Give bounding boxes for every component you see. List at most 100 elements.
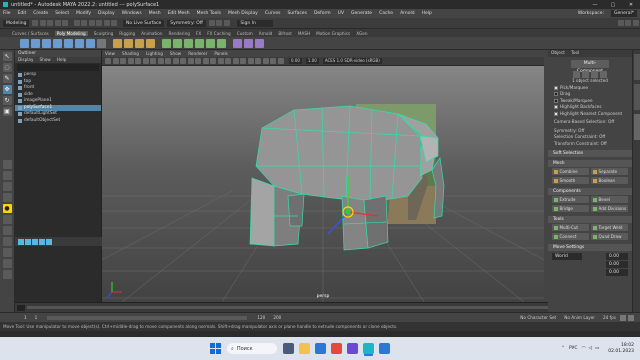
lights-icon[interactable] [217, 58, 224, 64]
menu-create[interactable]: Create [33, 11, 48, 16]
viewport-menu-lighting[interactable]: Lighting [146, 51, 163, 56]
outliner-item[interactable]: defaultObjectSet [15, 118, 101, 125]
select-component-icon[interactable] [88, 20, 95, 26]
volume-icon[interactable]: ◁ [589, 346, 592, 351]
persp-outliner-icon[interactable] [2, 182, 12, 191]
smooth-shade-icon[interactable] [195, 58, 201, 64]
render-frame-icon[interactable] [208, 20, 215, 26]
select-tool-icon[interactable]: ↖ [2, 52, 12, 61]
rotate-tool-icon[interactable]: ↻ [2, 96, 12, 105]
wifi-icon[interactable]: ◠ [582, 346, 586, 351]
snap-grid-icon[interactable] [96, 20, 103, 26]
layout-f-icon[interactable] [2, 270, 12, 279]
camera-based-selection[interactable]: Camera-Based Selection: Off [548, 119, 632, 126]
menu-generate[interactable]: Generate [351, 11, 372, 16]
quad-draw-button[interactable]: Quad Draw [591, 233, 628, 240]
scale-tool-icon[interactable]: ▣ [2, 107, 12, 116]
undo-icon[interactable] [54, 20, 61, 26]
range-start-inner-field[interactable]: 1 [35, 315, 38, 320]
smooth-icon[interactable] [135, 38, 144, 48]
new-scene-icon[interactable] [32, 20, 39, 26]
tab-bifrost[interactable]: Bifrost [278, 31, 292, 36]
soft-selection-section[interactable]: Soft Selection [548, 150, 632, 157]
highlight-nearest-option[interactable]: Highlight Nearest Component [548, 111, 632, 118]
poly-plane-icon[interactable] [75, 38, 84, 48]
current-frame-field[interactable] [17, 304, 25, 311]
select-object-icon[interactable] [81, 20, 88, 26]
snap-curve-icon[interactable] [103, 20, 110, 26]
grid-toggle-icon[interactable] [135, 58, 141, 64]
isolate-select-icon[interactable] [262, 58, 269, 64]
safe-title-icon[interactable] [180, 58, 186, 64]
tab-fx[interactable]: FX [196, 31, 201, 36]
anim-layer-select[interactable]: No Anim Layer [564, 315, 595, 320]
transform-constraint-option[interactable]: Transform Constraint: Off [548, 141, 632, 148]
file-explorer-icon[interactable] [299, 343, 310, 354]
menu-mesh[interactable]: Mesh [149, 11, 161, 16]
open-scene-icon[interactable] [39, 20, 46, 26]
clock[interactable]: 18:02 02.01.2023 [608, 343, 634, 355]
multi-component-button[interactable]: Multi-Component [571, 60, 609, 74]
range-end-inner-field[interactable]: 120 [257, 315, 265, 320]
tab-motion-graphics[interactable]: Motion Graphics [316, 31, 350, 36]
move-y-field[interactable]: 0.00 [606, 261, 628, 268]
fps-select[interactable]: 24 fps [603, 315, 616, 320]
four-view-icon[interactable] [2, 171, 12, 180]
wireframe-on-shaded-icon[interactable] [202, 58, 209, 64]
add-divisions-button[interactable]: Add Divisions [591, 205, 628, 212]
tab-sculpting[interactable]: Sculpting [94, 31, 114, 36]
film-gate-icon[interactable] [142, 58, 149, 64]
swatch[interactable] [25, 238, 31, 245]
save-scene-icon[interactable] [47, 20, 54, 26]
outliner-layout-icon[interactable] [2, 193, 12, 202]
menu-uv[interactable]: UV [338, 11, 344, 16]
smooth-button[interactable]: Smooth [552, 177, 589, 184]
auto-map-icon[interactable] [255, 38, 264, 48]
bridge-button[interactable]: Bridge [552, 205, 589, 212]
depth-of-field-icon[interactable] [255, 58, 261, 64]
word-icon[interactable] [379, 343, 390, 354]
viewport-menu-renderer[interactable]: Renderer [188, 51, 207, 56]
ambient-occlusion-icon[interactable] [232, 58, 239, 64]
minimize-button[interactable]: — [586, 2, 604, 8]
color-space-select[interactable]: ACES 1.0 SDR-video (sRGB) [322, 58, 382, 64]
vertex-mode-icon[interactable] [573, 71, 580, 78]
task-view-icon[interactable] [283, 343, 294, 354]
tab-modeling-toolkit[interactable] [633, 114, 640, 140]
channel-box-icon[interactable] [632, 20, 639, 26]
battery-icon[interactable]: ▭ [595, 346, 599, 351]
paint-select-icon[interactable]: ✎ [2, 74, 12, 83]
menu-mesh-display[interactable]: Mesh Display [228, 11, 258, 16]
exposure-field[interactable]: 0.00 [289, 58, 302, 64]
live-surface-select[interactable]: No Live Surface [122, 19, 165, 27]
redo-icon[interactable] [62, 20, 69, 26]
separate-button[interactable]: Separate [591, 168, 628, 175]
lasso-tool-icon[interactable]: ◌ [2, 63, 12, 72]
x-ray-joints-icon[interactable] [277, 58, 284, 64]
menu-help[interactable]: Help [422, 11, 432, 16]
menu-cache[interactable]: Cache [379, 11, 393, 16]
menu-surfaces[interactable]: Surfaces [287, 11, 307, 16]
boolean-button[interactable]: Boolean [591, 177, 628, 184]
outliner-menu-help[interactable]: Help [57, 57, 67, 63]
sign-in-button[interactable]: Sign In [237, 19, 274, 27]
menu-curves[interactable]: Curves [265, 11, 281, 16]
menu-modify[interactable]: Modify [76, 11, 91, 16]
poly-disc-icon[interactable] [86, 38, 95, 48]
camera-attributes-icon[interactable] [112, 58, 119, 64]
viewport-persp[interactable] [102, 66, 544, 302]
tab-animation[interactable]: Animation [141, 31, 162, 36]
connect-button[interactable]: Connect [552, 233, 589, 240]
tab-curves-surfaces[interactable]: Curves / Surfaces [12, 31, 49, 36]
time-track[interactable] [27, 306, 548, 309]
snap-point-icon[interactable] [111, 20, 118, 26]
viewport-menu-shading[interactable]: Shading [122, 51, 139, 56]
combine-icon[interactable] [113, 38, 122, 48]
edge-mode-icon[interactable] [582, 71, 589, 78]
layout-d-icon[interactable] [2, 248, 12, 257]
menu-set-select[interactable]: Modeling [3, 19, 30, 27]
bridge-icon[interactable] [173, 38, 182, 48]
poly-cube-icon[interactable] [31, 38, 40, 48]
resolution-gate-icon[interactable] [150, 58, 156, 64]
elephant-mesh[interactable] [249, 105, 445, 251]
